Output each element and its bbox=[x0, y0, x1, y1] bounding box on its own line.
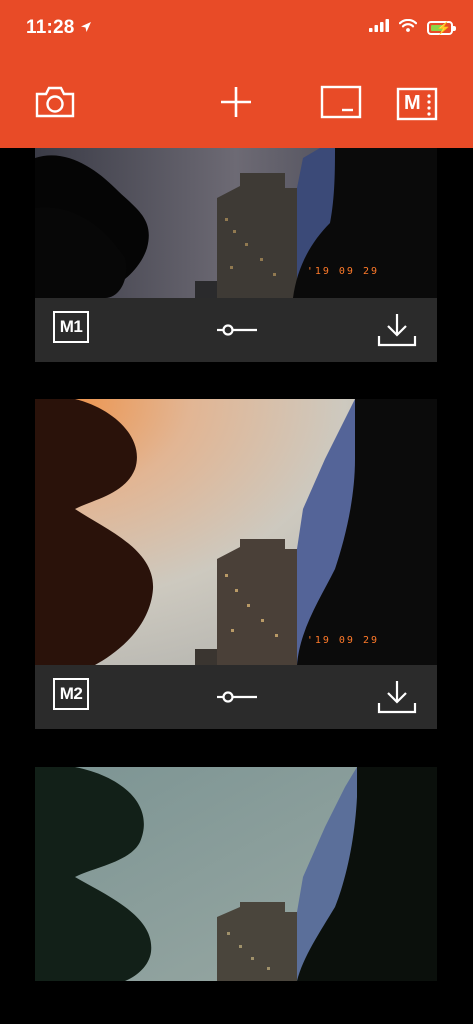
photo-preview[interactable] bbox=[35, 767, 437, 981]
camera-icon bbox=[34, 85, 76, 124]
status-time: 11:28 bbox=[26, 17, 75, 38]
adjust-slider-button[interactable] bbox=[215, 685, 259, 709]
photo-card: '19 09 29 M1 bbox=[35, 148, 437, 362]
cellular-signal-icon bbox=[369, 19, 389, 37]
adjust-slider-button[interactable] bbox=[215, 318, 259, 342]
photo-action-bar: M1 bbox=[35, 298, 437, 362]
mode-menu-icon: M bbox=[396, 87, 438, 121]
adjust-slider-icon bbox=[215, 324, 259, 346]
photo-preview[interactable]: '19 09 29 bbox=[35, 399, 437, 665]
frame-icon bbox=[320, 85, 362, 124]
add-button[interactable] bbox=[214, 82, 258, 126]
photo-action-bar: M2 bbox=[35, 665, 437, 729]
download-icon bbox=[377, 314, 417, 352]
photo-preview[interactable]: '19 09 29 bbox=[35, 148, 437, 298]
status-bar: 11:28 ⚡ bbox=[0, 0, 473, 60]
location-arrow-icon bbox=[80, 20, 92, 38]
photo-datestamp: '19 09 29 bbox=[306, 635, 379, 646]
frame-button[interactable] bbox=[319, 82, 363, 126]
photo-card bbox=[35, 767, 437, 981]
photo-datestamp: '19 09 29 bbox=[306, 266, 379, 277]
add-icon bbox=[219, 85, 253, 124]
wifi-icon bbox=[398, 18, 418, 37]
main-toolbar: M bbox=[0, 60, 473, 148]
mode-menu-button[interactable]: M bbox=[395, 82, 439, 126]
download-button[interactable] bbox=[377, 679, 417, 715]
status-indicators: ⚡ bbox=[369, 18, 456, 37]
adjust-slider-icon bbox=[215, 691, 259, 713]
mode-menu-label: M bbox=[404, 92, 421, 114]
photo-feed[interactable]: '19 09 29 M1 '19 09 29 M2 bbox=[0, 148, 473, 1024]
mode-badge[interactable]: M2 bbox=[53, 678, 89, 710]
camera-button[interactable] bbox=[33, 82, 77, 126]
mode-badge[interactable]: M1 bbox=[53, 311, 89, 343]
download-button[interactable] bbox=[377, 312, 417, 348]
battery-charging-icon: ⚡ bbox=[427, 21, 456, 35]
download-icon bbox=[377, 681, 417, 719]
photo-card: '19 09 29 M2 bbox=[35, 399, 437, 729]
